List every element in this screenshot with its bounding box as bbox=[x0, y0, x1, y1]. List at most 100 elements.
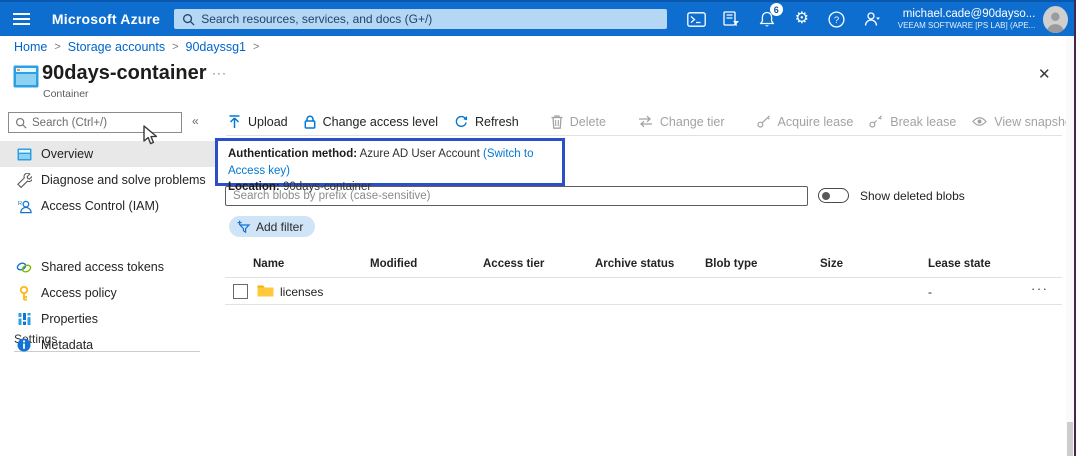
title-more-button[interactable]: ··· bbox=[212, 66, 227, 80]
column-header-blob-type[interactable]: Blob type bbox=[705, 258, 757, 270]
table-header-row: Name Modified Access tier Archive status… bbox=[225, 255, 1062, 278]
column-header-size[interactable]: Size bbox=[820, 258, 843, 270]
sidebar-item-access-policy[interactable]: Access policy bbox=[0, 280, 215, 306]
lock-icon bbox=[304, 115, 316, 129]
global-search-input[interactable] bbox=[201, 12, 659, 26]
acquire-lease-icon bbox=[757, 115, 771, 128]
trash-icon bbox=[551, 115, 563, 129]
vertical-scrollbar[interactable] bbox=[1066, 36, 1074, 456]
close-blade-button[interactable]: ✕ bbox=[1038, 65, 1051, 83]
avatar[interactable] bbox=[1043, 6, 1068, 33]
column-header-archive-status[interactable]: Archive status bbox=[595, 258, 674, 270]
notification-count-badge: 6 bbox=[770, 3, 783, 16]
sidebar-collapse-button[interactable]: « bbox=[192, 114, 199, 128]
key-icon bbox=[16, 285, 32, 301]
scrollbar-thumb[interactable] bbox=[1067, 422, 1073, 456]
upload-button[interactable]: Upload bbox=[228, 115, 288, 129]
break-lease-button[interactable]: Break lease bbox=[869, 115, 956, 129]
change-tier-button[interactable]: Change tier bbox=[638, 115, 725, 129]
row-context-menu-button[interactable]: ··· bbox=[1031, 281, 1049, 296]
top-bar: Microsoft Azure bbox=[0, 0, 1076, 36]
hamburger-icon bbox=[13, 10, 30, 28]
column-header-lease-state[interactable]: Lease state bbox=[928, 258, 991, 270]
sidebar-item-label: Shared access tokens bbox=[41, 260, 164, 274]
wrench-icon bbox=[16, 172, 32, 188]
divider bbox=[226, 135, 1062, 136]
eye-icon bbox=[972, 116, 987, 127]
sidebar-item-access-control[interactable]: R Access Control (IAM) bbox=[0, 193, 215, 219]
global-search-box[interactable] bbox=[174, 9, 667, 29]
sidebar-search-box[interactable] bbox=[8, 112, 182, 133]
table-row-licenses[interactable]: licenses - ··· bbox=[225, 278, 1062, 305]
sidebar-item-diagnose[interactable]: Diagnose and solve problems bbox=[0, 167, 215, 193]
notifications-button[interactable]: 6 bbox=[755, 7, 779, 31]
iam-person-icon: R bbox=[16, 198, 32, 214]
sidebar-item-label: Access policy bbox=[41, 286, 117, 300]
breadcrumb-storage-account[interactable]: 90dayssg1 bbox=[186, 40, 246, 54]
sidebar-item-shared-access-tokens[interactable]: Shared access tokens bbox=[0, 254, 215, 280]
row-checkbox[interactable] bbox=[233, 284, 248, 299]
user-email: michael.cade@90dayso... bbox=[898, 7, 1036, 21]
sidebar-item-metadata[interactable]: Metadata bbox=[0, 332, 215, 358]
account-menu[interactable]: michael.cade@90dayso... VEEAM SOFTWARE [… bbox=[898, 7, 1036, 31]
feedback-button[interactable] bbox=[860, 7, 884, 31]
topbar-icons: 6 ⚙ ? bbox=[685, 7, 884, 31]
user-tenant: VEEAM SOFTWARE [PS LAB] (APE... bbox=[898, 21, 1036, 31]
sidebar-item-label: Properties bbox=[41, 312, 98, 326]
feedback-person-icon bbox=[863, 11, 881, 27]
blob-list-table: Name Modified Access tier Archive status… bbox=[225, 255, 1062, 305]
directory-filter-button[interactable] bbox=[720, 7, 744, 31]
view-snapshots-button[interactable]: View snapshots bbox=[972, 115, 1076, 129]
toolbar-button-label: Change access level bbox=[323, 115, 438, 129]
page-subtitle: Container bbox=[43, 88, 89, 100]
toolbar-button-label: Refresh bbox=[475, 115, 519, 129]
upload-icon bbox=[228, 115, 241, 129]
brand-title[interactable]: Microsoft Azure bbox=[52, 11, 160, 27]
properties-icon bbox=[16, 311, 32, 327]
shared-tokens-icon bbox=[16, 259, 32, 275]
change-tier-icon bbox=[638, 115, 653, 128]
command-bar: Upload Change access level Refresh bbox=[228, 108, 1068, 135]
settings-button[interactable]: ⚙ bbox=[790, 7, 814, 31]
breadcrumb-home[interactable]: Home bbox=[14, 40, 47, 54]
blob-name[interactable]: licenses bbox=[280, 285, 323, 299]
toolbar-button-label: Acquire lease bbox=[778, 115, 854, 129]
change-access-level-button[interactable]: Change access level bbox=[304, 115, 438, 129]
column-header-access-tier[interactable]: Access tier bbox=[483, 258, 544, 270]
svg-text:?: ? bbox=[834, 15, 839, 26]
help-button[interactable]: ? bbox=[825, 7, 849, 31]
page-title: 90days-container bbox=[42, 62, 207, 85]
delete-button[interactable]: Delete bbox=[551, 115, 606, 129]
column-header-modified[interactable]: Modified bbox=[370, 258, 417, 270]
breadcrumb-storage-accounts[interactable]: Storage accounts bbox=[68, 40, 165, 54]
search-icon bbox=[182, 13, 195, 26]
cloud-shell-button[interactable] bbox=[685, 7, 709, 31]
cloud-shell-icon bbox=[687, 12, 706, 27]
sidebar-item-label: Metadata bbox=[41, 338, 93, 352]
toolbar-button-label: Break lease bbox=[890, 115, 956, 129]
break-lease-icon bbox=[869, 115, 883, 128]
directory-filter-icon bbox=[723, 11, 740, 27]
folder-icon bbox=[257, 284, 274, 303]
breadcrumb: Home > Storage accounts > 90dayssg1 > bbox=[14, 40, 259, 54]
column-header-name[interactable]: Name bbox=[253, 258, 284, 270]
sidebar: « Overview Diagnose and solve problems bbox=[0, 106, 215, 456]
auth-method-label: Authentication method: bbox=[228, 148, 357, 160]
sidebar-item-overview[interactable]: Overview bbox=[0, 141, 215, 167]
auth-method-line: Authentication method: Azure AD User Acc… bbox=[228, 146, 562, 179]
sidebar-item-properties[interactable]: Properties bbox=[0, 306, 215, 332]
acquire-lease-button[interactable]: Acquire lease bbox=[757, 115, 854, 129]
location-label: Location: bbox=[228, 181, 280, 193]
avatar-person-icon bbox=[1043, 6, 1068, 33]
sidebar-search-input[interactable] bbox=[32, 117, 175, 129]
svg-text:R: R bbox=[17, 201, 21, 207]
auth-method-value: Azure AD User Account bbox=[360, 148, 480, 160]
azure-portal-window: Microsoft Azure bbox=[0, 0, 1076, 456]
breadcrumb-separator: > bbox=[54, 41, 60, 53]
add-filter-button[interactable]: Add filter bbox=[229, 216, 315, 237]
show-deleted-blobs-toggle[interactable] bbox=[818, 188, 849, 203]
toolbar-button-label: Delete bbox=[570, 115, 606, 129]
container-info-highlight-box: Authentication method: Azure AD User Acc… bbox=[215, 138, 565, 186]
refresh-button[interactable]: Refresh bbox=[454, 115, 519, 129]
hamburger-menu-button[interactable] bbox=[0, 1, 44, 37]
